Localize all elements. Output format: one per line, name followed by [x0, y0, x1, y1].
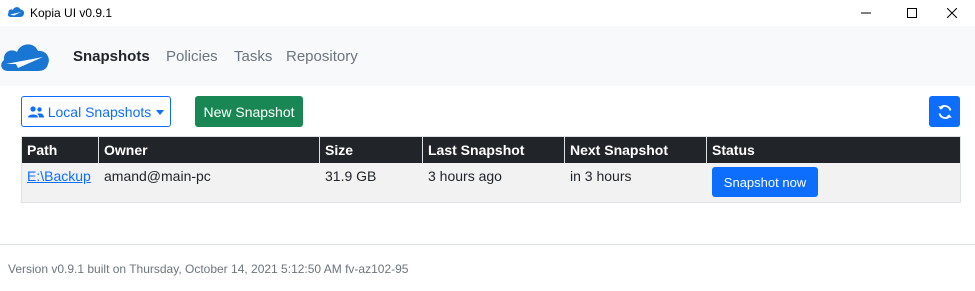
snapshot-now-button[interactable]: Snapshot now: [712, 167, 818, 197]
close-icon: [947, 8, 957, 18]
top-navbar: Snapshots Policies Tasks Repository: [0, 26, 975, 86]
owner-dropdown-label: Local Snapshots: [47, 103, 152, 120]
window-titlebar: Kopia UI v0.9.1: [0, 0, 975, 26]
snapshot-owner: amand@main-pc: [104, 168, 211, 184]
column-header-last-snapshot[interactable]: Last Snapshot: [428, 142, 524, 158]
users-icon: [27, 105, 44, 117]
footer-divider: [0, 244, 975, 245]
window-title: Kopia UI v0.9.1: [30, 6, 113, 20]
table-header: Path Owner Size Last Snapshot Next Snaps…: [22, 137, 960, 163]
nav-snapshots[interactable]: Snapshots: [73, 48, 150, 65]
minimize-icon: [861, 12, 871, 14]
caret-down-icon: [156, 110, 165, 115]
column-header-status[interactable]: Status: [712, 142, 755, 158]
snapshot-path-link[interactable]: E:\Backup: [27, 168, 91, 184]
next-snapshot-time: in 3 hours: [570, 168, 632, 184]
new-snapshot-button[interactable]: New Snapshot: [195, 96, 303, 127]
minimize-button[interactable]: [843, 0, 889, 26]
owner-dropdown-button[interactable]: Local Snapshots: [21, 96, 171, 127]
nav-repository[interactable]: Repository: [286, 48, 358, 65]
table-row: E:\Backup amand@main-pc 31.9 GB 3 hours …: [22, 163, 960, 202]
nav-policies[interactable]: Policies: [166, 48, 218, 65]
snapshot-size: 31.9 GB: [325, 168, 377, 184]
version-footer: Version v0.9.1 built on Thursday, Octobe…: [8, 262, 409, 276]
nav-tasks[interactable]: Tasks: [234, 48, 272, 65]
refresh-icon: [937, 104, 952, 119]
kopia-app-icon: [7, 5, 25, 19]
close-button[interactable]: [929, 0, 975, 26]
last-snapshot-time: 3 hours ago: [428, 168, 502, 184]
column-header-path[interactable]: Path: [27, 142, 57, 158]
kopia-cloud-icon[interactable]: [0, 40, 52, 74]
refresh-button[interactable]: [929, 96, 960, 127]
column-header-owner[interactable]: Owner: [104, 142, 148, 158]
maximize-icon: [907, 8, 917, 18]
column-header-size[interactable]: Size: [325, 142, 353, 158]
snapshots-table: Path Owner Size Last Snapshot Next Snaps…: [21, 136, 961, 203]
column-header-next-snapshot[interactable]: Next Snapshot: [570, 142, 668, 158]
